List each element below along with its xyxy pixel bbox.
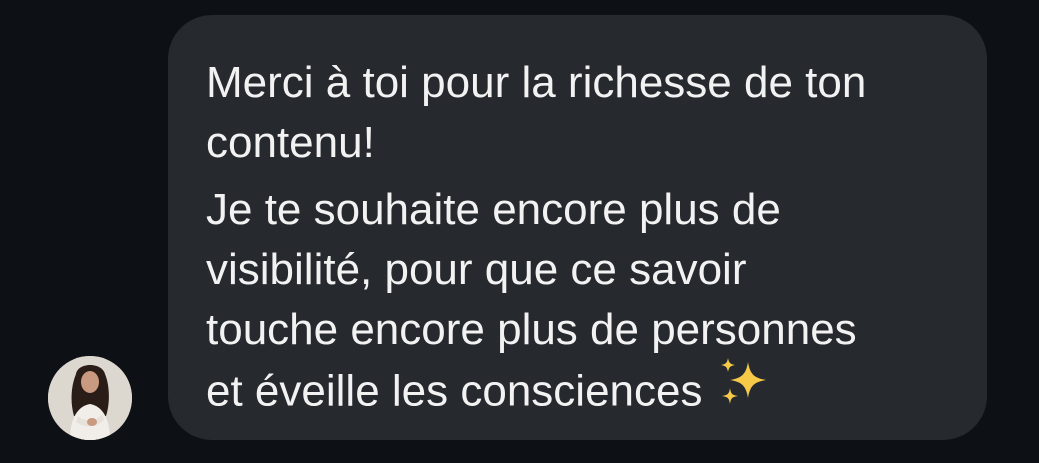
message-line: touche encore plus de personnes (206, 305, 857, 354)
message-line-text: et éveille les consciences (206, 366, 703, 416)
message-line: contenu! (206, 118, 375, 167)
message-line: Je te souhaite encore plus de (206, 185, 781, 234)
avatar[interactable] (48, 356, 132, 440)
message-line: Merci à toi pour la richesse de ton (206, 58, 867, 107)
message-bubble[interactable]: Merci à toi pour la richesse de ton cont… (168, 15, 987, 440)
message-last-line: et éveille les consciences (206, 358, 957, 428)
sparkles-icon (716, 356, 774, 424)
avatar-photo (48, 356, 132, 440)
message-line: visibilité, pour que ce savoir (206, 245, 747, 294)
chat-screen: Merci à toi pour la richesse de ton cont… (0, 0, 1039, 463)
